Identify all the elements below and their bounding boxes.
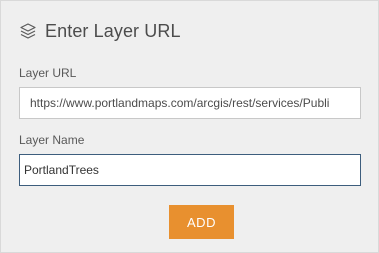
layer-name-input[interactable] xyxy=(19,154,361,186)
layer-url-label: Layer URL xyxy=(19,66,77,80)
enter-layer-url-panel: Enter Layer URL Layer URL Layer Name ADD xyxy=(0,0,379,253)
add-button[interactable]: ADD xyxy=(169,205,234,239)
panel-title: Enter Layer URL xyxy=(45,20,181,41)
layer-name-label: Layer Name xyxy=(19,133,85,147)
panel-header: Enter Layer URL xyxy=(19,19,181,43)
layer-url-input[interactable] xyxy=(19,87,361,119)
layers-icon xyxy=(19,22,37,40)
